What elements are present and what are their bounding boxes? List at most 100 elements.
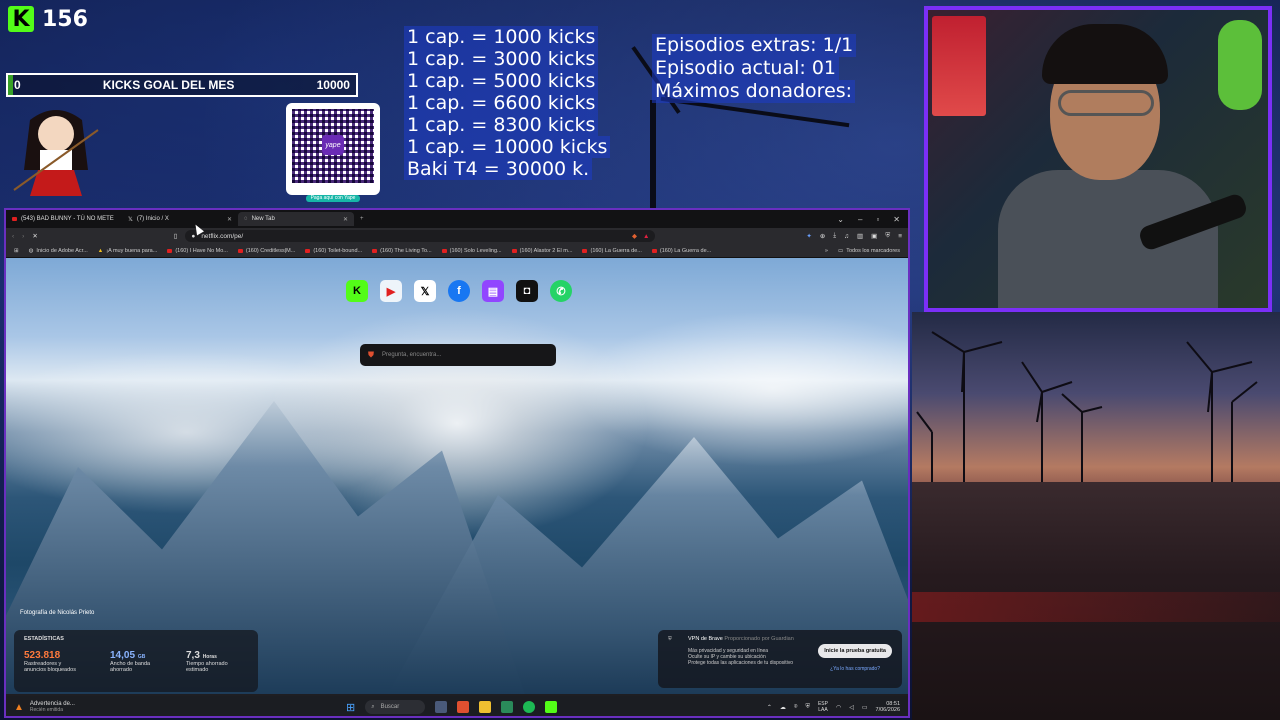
tab-new-tab[interactable]: ◌ New Tab ✕: [238, 212, 354, 226]
search-icon: ⌕: [371, 703, 375, 710]
app-icon[interactable]: [501, 701, 514, 713]
wifi-icon[interactable]: ◠: [836, 704, 841, 711]
minimize-icon[interactable]: –: [858, 215, 862, 224]
youtube-icon: [305, 248, 311, 253]
bookmark-item[interactable]: ◍ Inicio de Adobe Acr...: [29, 248, 88, 254]
bookmark-icon[interactable]: ▯: [174, 232, 178, 240]
bookmark-item[interactable]: (160) Solo Leveling...: [441, 248, 502, 254]
bookmark-item[interactable]: (160) Creditless|M...: [237, 248, 295, 254]
bookmark-item[interactable]: ▲ ¡A muy buena para...: [98, 248, 158, 254]
vpn-icon[interactable]: ⛨: [885, 232, 890, 240]
top-sites: K ▶ 𝕏 f ▤ ◘ ✆: [346, 280, 572, 302]
apps-icon[interactable]: ⊞: [14, 248, 19, 254]
goal-start: 0: [14, 78, 21, 92]
bookmark-item[interactable]: (160) Toilet-bound...: [305, 248, 362, 254]
extensions-icon[interactable]: ⊕: [820, 232, 825, 240]
kick-counter: K 156: [8, 6, 88, 32]
kicks-goal-bar: 0 KICKS GOAL DEL MES 10000: [6, 73, 358, 97]
language-indicator[interactable]: ESP LAA: [818, 701, 828, 713]
bookmark-item[interactable]: (160) La Guerra de...: [651, 248, 711, 254]
windfarm-panel: [912, 312, 1280, 720]
bookmark-item[interactable]: (160) The Living To...: [372, 248, 432, 254]
spotify-icon[interactable]: [523, 701, 536, 713]
x-icon: 𝕏: [128, 216, 133, 223]
episode-current: Episodio actual: 01: [652, 57, 839, 80]
bookmark-item[interactable]: (160) Alastor 2 El m...: [511, 248, 572, 254]
goal-target: 10000: [316, 78, 350, 92]
youtube-icon[interactable]: ▶: [380, 280, 402, 302]
notification[interactable]: Advertencia de... Recién emitida: [30, 701, 75, 713]
privacy-stats-widget: ESTADÍSTICAS 523.818 Rastreadores y anun…: [14, 630, 258, 692]
chevron-down-icon[interactable]: ⌄: [837, 215, 844, 224]
site-info-icon[interactable]: ●: [191, 233, 195, 240]
wallet-icon[interactable]: ▣: [871, 232, 877, 240]
maximize-icon[interactable]: ▫: [876, 215, 879, 224]
turbine-silhouette: [650, 100, 656, 210]
start-trial-button[interactable]: Inicie la prueba gratuita: [818, 644, 892, 658]
youtube-icon: [511, 248, 517, 253]
all-bookmarks[interactable]: ▭ Todos los marcadores: [838, 248, 900, 254]
kick-icon[interactable]: K: [346, 280, 368, 302]
tab-x[interactable]: 𝕏 (7) Inicio / X ✕: [122, 212, 238, 226]
photo-credit[interactable]: Fotografía de Nicolás Prieto: [20, 610, 94, 616]
close-tab-icon[interactable]: ✕: [343, 216, 348, 223]
whatsapp-icon[interactable]: ✆: [550, 280, 572, 302]
goal-progress-fill: [8, 75, 14, 95]
brave-ai-icon[interactable]: ✦: [806, 232, 811, 240]
url-text: netflix.com/pe/: [201, 232, 244, 240]
clock[interactable]: 08:51 7/06/2026: [876, 701, 900, 713]
folder-icon[interactable]: [479, 701, 492, 713]
youtube-icon: [372, 248, 378, 253]
caps-line: 1 cap. = 3000 kicks: [404, 48, 599, 70]
bookmark-item[interactable]: (160) La Guerra de...: [582, 248, 642, 254]
caps-line: 1 cap. = 6600 kicks: [404, 92, 599, 114]
stop-icon[interactable]: ✕: [32, 232, 37, 240]
close-window-icon[interactable]: ✕: [893, 215, 900, 224]
kick-alt-icon[interactable]: ◘: [516, 280, 538, 302]
facebook-icon[interactable]: f: [448, 280, 470, 302]
already-purchased-link[interactable]: ¿Ya lo has comprado?: [830, 666, 880, 672]
sidebar-icon[interactable]: ▥: [857, 232, 863, 240]
brave-icon[interactable]: [457, 701, 470, 713]
kick-logo-icon: K: [8, 6, 34, 32]
shield-icon[interactable]: ⛨: [805, 704, 810, 711]
bookmarks-bar: ⊞ ◍ Inicio de Adobe Acr... ▲ ¡A muy buena …: [6, 244, 908, 258]
more-bookmarks-icon[interactable]: »: [825, 248, 828, 254]
network-icon[interactable]: ⌾: [794, 704, 798, 711]
battery-icon[interactable]: ▭: [862, 704, 868, 711]
back-icon[interactable]: ‹: [12, 233, 14, 240]
yape-qr-code: yape: [286, 103, 380, 195]
folder-icon: ▭: [837, 247, 844, 254]
download-icon[interactable]: ⤓: [833, 232, 836, 240]
twitch-icon[interactable]: ▤: [482, 280, 504, 302]
vpn-title: VPN de Brave: [688, 636, 723, 642]
bookmark-item[interactable]: (160) I Have No Mo...: [167, 248, 228, 254]
close-tab-icon[interactable]: ✕: [227, 216, 232, 223]
forward-icon[interactable]: ›: [22, 233, 24, 240]
youtube-icon: [441, 248, 447, 253]
yape-logo: yape: [322, 135, 344, 155]
tab-label: (543) BAD BUNNY - TÚ NO METE: [21, 216, 114, 222]
cloud-icon[interactable]: ☁: [780, 704, 786, 711]
brave-browser-window: (543) BAD BUNNY - TÚ NO METE 𝕏 (7) Inici…: [4, 208, 910, 718]
brave-shields-icon[interactable]: ◆: [632, 232, 637, 240]
new-tab-button[interactable]: +: [354, 216, 370, 222]
chevron-up-icon[interactable]: ⌃: [767, 704, 772, 711]
brave-rewards-icon[interactable]: ▲: [643, 233, 649, 240]
caps-price-list: 1 cap. = 1000 kicks 1 cap. = 3000 kicks …: [404, 26, 611, 180]
taskview-icon[interactable]: [435, 701, 448, 713]
menu-icon[interactable]: ≡: [898, 233, 902, 240]
kick-icon[interactable]: [545, 701, 558, 713]
tab-bar: (543) BAD BUNNY - TÚ NO METE 𝕏 (7) Inici…: [6, 210, 908, 228]
tab-youtube[interactable]: (543) BAD BUNNY - TÚ NO METE: [6, 212, 122, 226]
brave-vpn-widget: ⛨ VPN de Brave Proporcionado por Guardia…: [658, 630, 902, 688]
search-input[interactable]: ⛊ Pregunta, encuentra...: [360, 344, 556, 366]
loading-icon: ◌: [244, 216, 248, 222]
goal-label: KICKS GOAL DEL MES: [102, 78, 235, 92]
windows-start-icon[interactable]: ⊞: [346, 701, 355, 714]
url-field[interactable]: ● netflix.com/pe/ ◆ ▲: [185, 230, 656, 242]
media-icon[interactable]: ♫: [844, 233, 849, 240]
x-icon[interactable]: 𝕏: [414, 280, 436, 302]
taskbar-search[interactable]: ⌕ Buscar: [365, 700, 426, 714]
volume-icon[interactable]: ◁: [849, 704, 854, 711]
